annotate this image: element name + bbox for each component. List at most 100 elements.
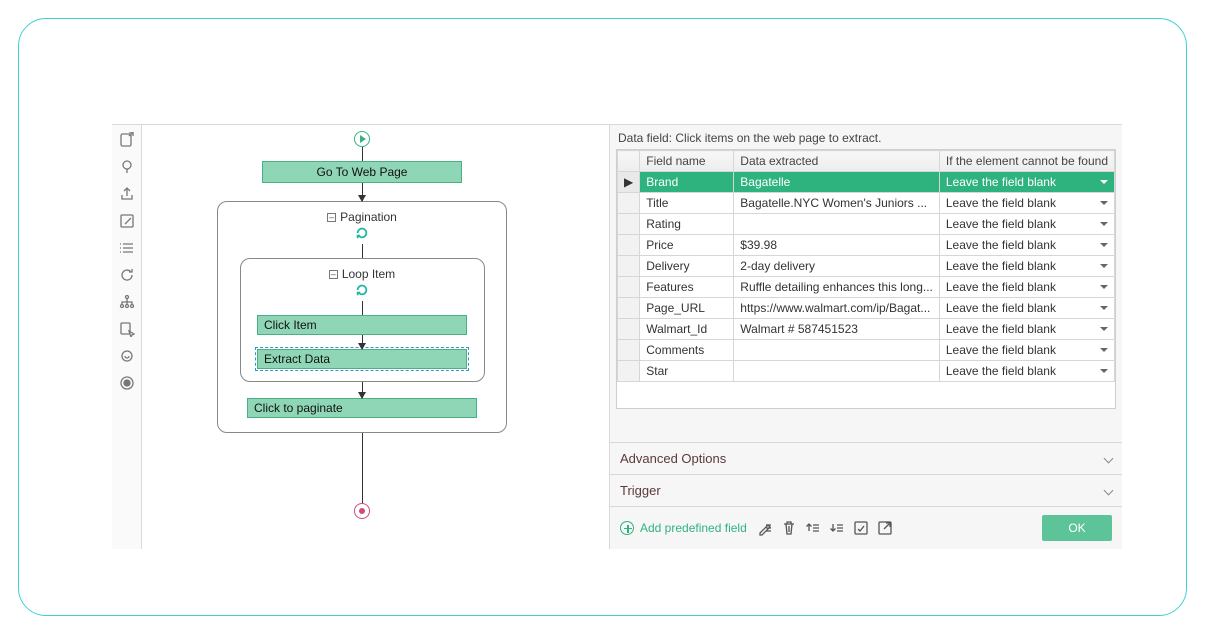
click-to-paginate-action[interactable]: Click to paginate [247,398,477,418]
app-window: Go To Web Page –Pagination –Loop Item Cl… [112,124,1122,549]
row-marker [618,361,640,382]
cell-data-extracted[interactable] [734,214,940,235]
export-icon[interactable] [118,185,136,203]
cell-fallback-dropdown[interactable]: Leave the field blank [939,256,1114,277]
table-row[interactable]: Star Leave the field blank [618,361,1115,382]
edit-icon[interactable] [853,520,869,536]
panel-title: Data field: Click items on the web page … [610,125,1122,149]
start-node-icon[interactable] [354,131,370,147]
sitemap-icon[interactable] [118,293,136,311]
left-toolbar [112,125,142,549]
collapse-icon[interactable]: – [327,213,336,222]
edit-icon[interactable] [118,212,136,230]
loop-icon [355,283,369,297]
advanced-options-accordion[interactable]: Advanced Options [610,442,1122,475]
list-icon[interactable] [118,239,136,257]
extract-data-action[interactable]: Extract Data [257,349,467,369]
table-row[interactable]: Delivery2-day deliveryLeave the field bl… [618,256,1115,277]
cell-field-name[interactable]: Page_URL [640,298,734,319]
chevron-down-icon [1100,369,1108,373]
cell-field-name[interactable]: Walmart_Id [640,319,734,340]
pagination-container[interactable]: –Pagination –Loop Item Click Item Extrac… [217,201,507,433]
table-row[interactable]: FeaturesRuffle detailing enhances this l… [618,277,1115,298]
cell-fallback-dropdown[interactable]: Leave the field blank [939,214,1114,235]
cell-fallback-dropdown[interactable]: Leave the field blank [939,319,1114,340]
cell-data-extracted[interactable] [734,361,940,382]
select-icon[interactable] [118,320,136,338]
table-row[interactable]: Page_URLhttps://www.walmart.com/ip/Bagat… [618,298,1115,319]
row-marker [618,298,640,319]
cell-fallback-dropdown[interactable]: Leave the field blank [939,298,1114,319]
chevron-down-icon [1100,222,1108,226]
cell-fallback-dropdown[interactable]: Leave the field blank [939,235,1114,256]
go-to-web-page-action[interactable]: Go To Web Page [262,161,462,183]
row-marker [618,256,640,277]
chevron-down-icon [1100,327,1108,331]
cell-fallback-dropdown[interactable]: Leave the field blank [939,193,1114,214]
cell-field-name[interactable]: Brand [640,172,734,193]
refresh-icon[interactable] [118,266,136,284]
data-field-table: Field name Data extracted If the element… [616,149,1116,409]
new-task-icon[interactable] [118,131,136,149]
loop-item-title: –Loop Item [329,267,395,281]
cell-field-name[interactable]: Star [640,361,734,382]
trigger-accordion[interactable]: Trigger [610,475,1122,507]
chevron-down-icon [1100,180,1108,184]
cell-fallback-dropdown[interactable]: Leave the field blank [939,361,1114,382]
cell-field-name[interactable]: Features [640,277,734,298]
chevron-down-icon [1100,348,1108,352]
row-marker [618,277,640,298]
cell-data-extracted[interactable]: https://www.walmart.com/ip/Bagat... [734,298,940,319]
cell-fallback-dropdown[interactable]: Leave the field blank [939,277,1114,298]
ok-button[interactable]: OK [1042,515,1112,541]
table-row[interactable]: Price$39.98Leave the field blank [618,235,1115,256]
cell-data-extracted[interactable]: Walmart # 587451523 [734,319,940,340]
bottom-toolbar: Add predefined field OK [610,507,1122,549]
chevron-down-icon [1100,264,1108,268]
chevron-down-icon [1100,201,1108,205]
table-row[interactable]: Comments Leave the field blank [618,340,1115,361]
cell-data-extracted[interactable] [734,340,940,361]
cell-data-extracted[interactable]: Bagatelle [734,172,940,193]
collapse-icon[interactable]: – [329,270,338,279]
click-item-action[interactable]: Click Item [257,315,467,335]
chevron-down-icon [1100,285,1108,289]
cell-field-name[interactable]: Price [640,235,734,256]
chevron-down-icon [1104,486,1114,496]
end-node-icon[interactable] [354,503,370,519]
move-up-icon[interactable] [805,520,821,536]
add-predefined-field-button[interactable]: Add predefined field [620,521,747,535]
table-row[interactable]: Walmart_IdWalmart # 587451523Leave the f… [618,319,1115,340]
col-data-extracted[interactable]: Data extracted [734,151,940,172]
cell-field-name[interactable]: Title [640,193,734,214]
loop-icon [355,226,369,240]
chevron-down-icon [1100,306,1108,310]
table-row[interactable]: Rating Leave the field blank [618,214,1115,235]
cell-field-name[interactable]: Comments [640,340,734,361]
cell-data-extracted[interactable]: $39.98 [734,235,940,256]
loop-item-container[interactable]: –Loop Item Click Item Extract Data [240,258,485,382]
row-marker [618,214,640,235]
cell-fallback-dropdown[interactable]: Leave the field blank [939,340,1114,361]
cell-fallback-dropdown[interactable]: Leave the field blank [939,172,1114,193]
cursor-icon[interactable] [118,158,136,176]
delete-icon[interactable] [781,520,797,536]
rename-icon[interactable] [757,520,773,536]
cell-field-name[interactable]: Rating [640,214,734,235]
stop-icon[interactable] [118,374,136,392]
cell-field-name[interactable]: Delivery [640,256,734,277]
row-marker [618,235,640,256]
cell-data-extracted[interactable]: 2-day delivery [734,256,940,277]
move-down-icon[interactable] [829,520,845,536]
col-field-name[interactable]: Field name [640,151,734,172]
auto-icon[interactable] [118,347,136,365]
table-row[interactable]: TitleBagatelle.NYC Women's Juniors ...Le… [618,193,1115,214]
open-icon[interactable] [877,520,893,536]
cell-data-extracted[interactable]: Ruffle detailing enhances this long... [734,277,940,298]
table-row[interactable]: ▶BrandBagatelleLeave the field blank [618,172,1115,193]
row-marker [618,340,640,361]
workflow-canvas[interactable]: Go To Web Page –Pagination –Loop Item Cl… [142,125,609,549]
col-not-found[interactable]: If the element cannot be found [939,151,1114,172]
cell-data-extracted[interactable]: Bagatelle.NYC Women's Juniors ... [734,193,940,214]
chevron-down-icon [1104,454,1114,464]
